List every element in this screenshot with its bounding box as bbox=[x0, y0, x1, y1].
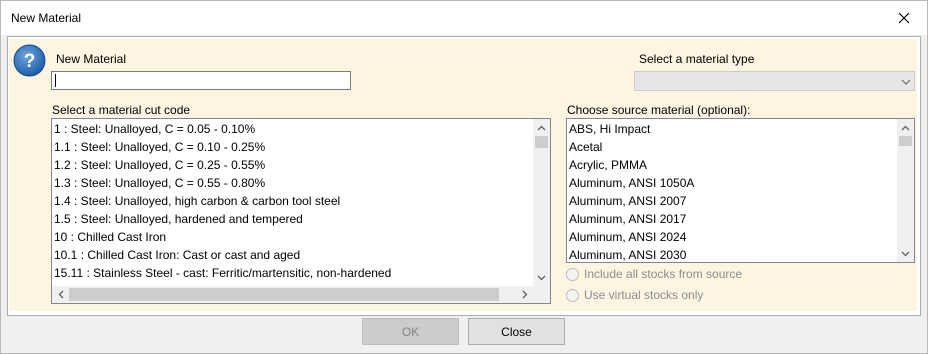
list-item[interactable]: Acetal bbox=[569, 138, 602, 156]
scrollbar-thumb[interactable] bbox=[899, 136, 912, 146]
new-material-label: New Material bbox=[56, 52, 127, 66]
scroll-down-icon[interactable] bbox=[533, 269, 550, 286]
list-item[interactable]: 10.1 : Chilled Cast Iron: Cast or cast a… bbox=[54, 246, 300, 264]
help-question-icon: ? bbox=[13, 44, 46, 77]
material-name-input[interactable] bbox=[51, 71, 351, 90]
title-bar: New Material bbox=[1, 1, 927, 35]
include-all-stocks-label: Include all stocks from source bbox=[584, 267, 743, 281]
text-caret bbox=[55, 74, 56, 87]
source-material-vertical-scrollbar[interactable] bbox=[897, 119, 914, 262]
list-item[interactable]: 15.11 : Stainless Steel - cast: Ferritic… bbox=[54, 264, 391, 282]
use-virtual-stocks-radio[interactable] bbox=[566, 288, 579, 302]
use-virtual-stocks-option[interactable]: Use virtual stocks only bbox=[566, 287, 703, 303]
use-virtual-stocks-label: Use virtual stocks only bbox=[584, 288, 704, 302]
cut-code-label: Select a material cut code bbox=[52, 103, 191, 117]
list-item[interactable]: 1.4 : Steel: Unalloyed, high carbon & ca… bbox=[54, 192, 340, 210]
include-all-stocks-option[interactable]: Include all stocks from source bbox=[566, 266, 742, 282]
scroll-up-icon[interactable] bbox=[897, 119, 914, 136]
svg-text:?: ? bbox=[24, 51, 36, 72]
chevron-down-icon bbox=[901, 76, 911, 86]
ok-button[interactable]: OK bbox=[362, 318, 459, 345]
list-item[interactable]: Aluminum, ANSI 2030 bbox=[569, 246, 686, 262]
close-button[interactable]: Close bbox=[468, 318, 565, 345]
list-item[interactable]: 1.5 : Steel: Unalloyed, hardened and tem… bbox=[54, 210, 303, 228]
list-item[interactable]: 1 : Steel: Unalloyed, C = 0.05 - 0.10% bbox=[54, 120, 255, 138]
cut-code-vertical-scrollbar[interactable] bbox=[533, 119, 550, 286]
list-item[interactable]: Aluminum, ANSI 2007 bbox=[569, 192, 686, 210]
scroll-up-icon[interactable] bbox=[533, 119, 550, 136]
scrollbar-thumb[interactable] bbox=[535, 136, 548, 148]
scroll-left-icon[interactable] bbox=[52, 286, 69, 303]
cut-code-list[interactable]: 1 : Steel: Unalloyed, C = 0.05 - 0.10% 1… bbox=[51, 118, 551, 304]
close-icon[interactable] bbox=[881, 1, 927, 35]
source-material-label: Choose source material (optional): bbox=[567, 103, 751, 117]
list-item[interactable]: Acrylic, PMMA bbox=[569, 156, 647, 174]
list-item[interactable]: Aluminum, ANSI 2017 bbox=[569, 210, 686, 228]
scrollbar-corner bbox=[533, 286, 550, 303]
scrollbar-thumb[interactable] bbox=[69, 288, 499, 301]
scroll-right-icon[interactable] bbox=[516, 286, 533, 303]
cut-code-horizontal-scrollbar[interactable] bbox=[52, 286, 533, 303]
list-item[interactable]: 1.1 : Steel: Unalloyed, C = 0.10 - 0.25% bbox=[54, 138, 265, 156]
include-all-stocks-radio[interactable] bbox=[566, 267, 579, 281]
list-item[interactable]: 10 : Chilled Cast Iron bbox=[54, 228, 166, 246]
list-item[interactable]: Aluminum, ANSI 2024 bbox=[569, 228, 686, 246]
material-type-select[interactable] bbox=[634, 71, 915, 91]
list-item[interactable]: 1.2 : Steel: Unalloyed, C = 0.25 - 0.55% bbox=[54, 156, 265, 174]
window-title: New Material bbox=[11, 11, 82, 25]
material-type-label: Select a material type bbox=[639, 52, 755, 66]
list-item[interactable]: 1.3 : Steel: Unalloyed, C = 0.55 - 0.80% bbox=[54, 174, 265, 192]
list-item[interactable]: ABS, Hi Impact bbox=[569, 120, 650, 138]
list-item[interactable]: Aluminum, ANSI 1050A bbox=[569, 174, 694, 192]
scroll-down-icon[interactable] bbox=[897, 245, 914, 262]
source-material-list[interactable]: ABS, Hi Impact Acetal Acrylic, PMMA Alum… bbox=[566, 118, 915, 263]
